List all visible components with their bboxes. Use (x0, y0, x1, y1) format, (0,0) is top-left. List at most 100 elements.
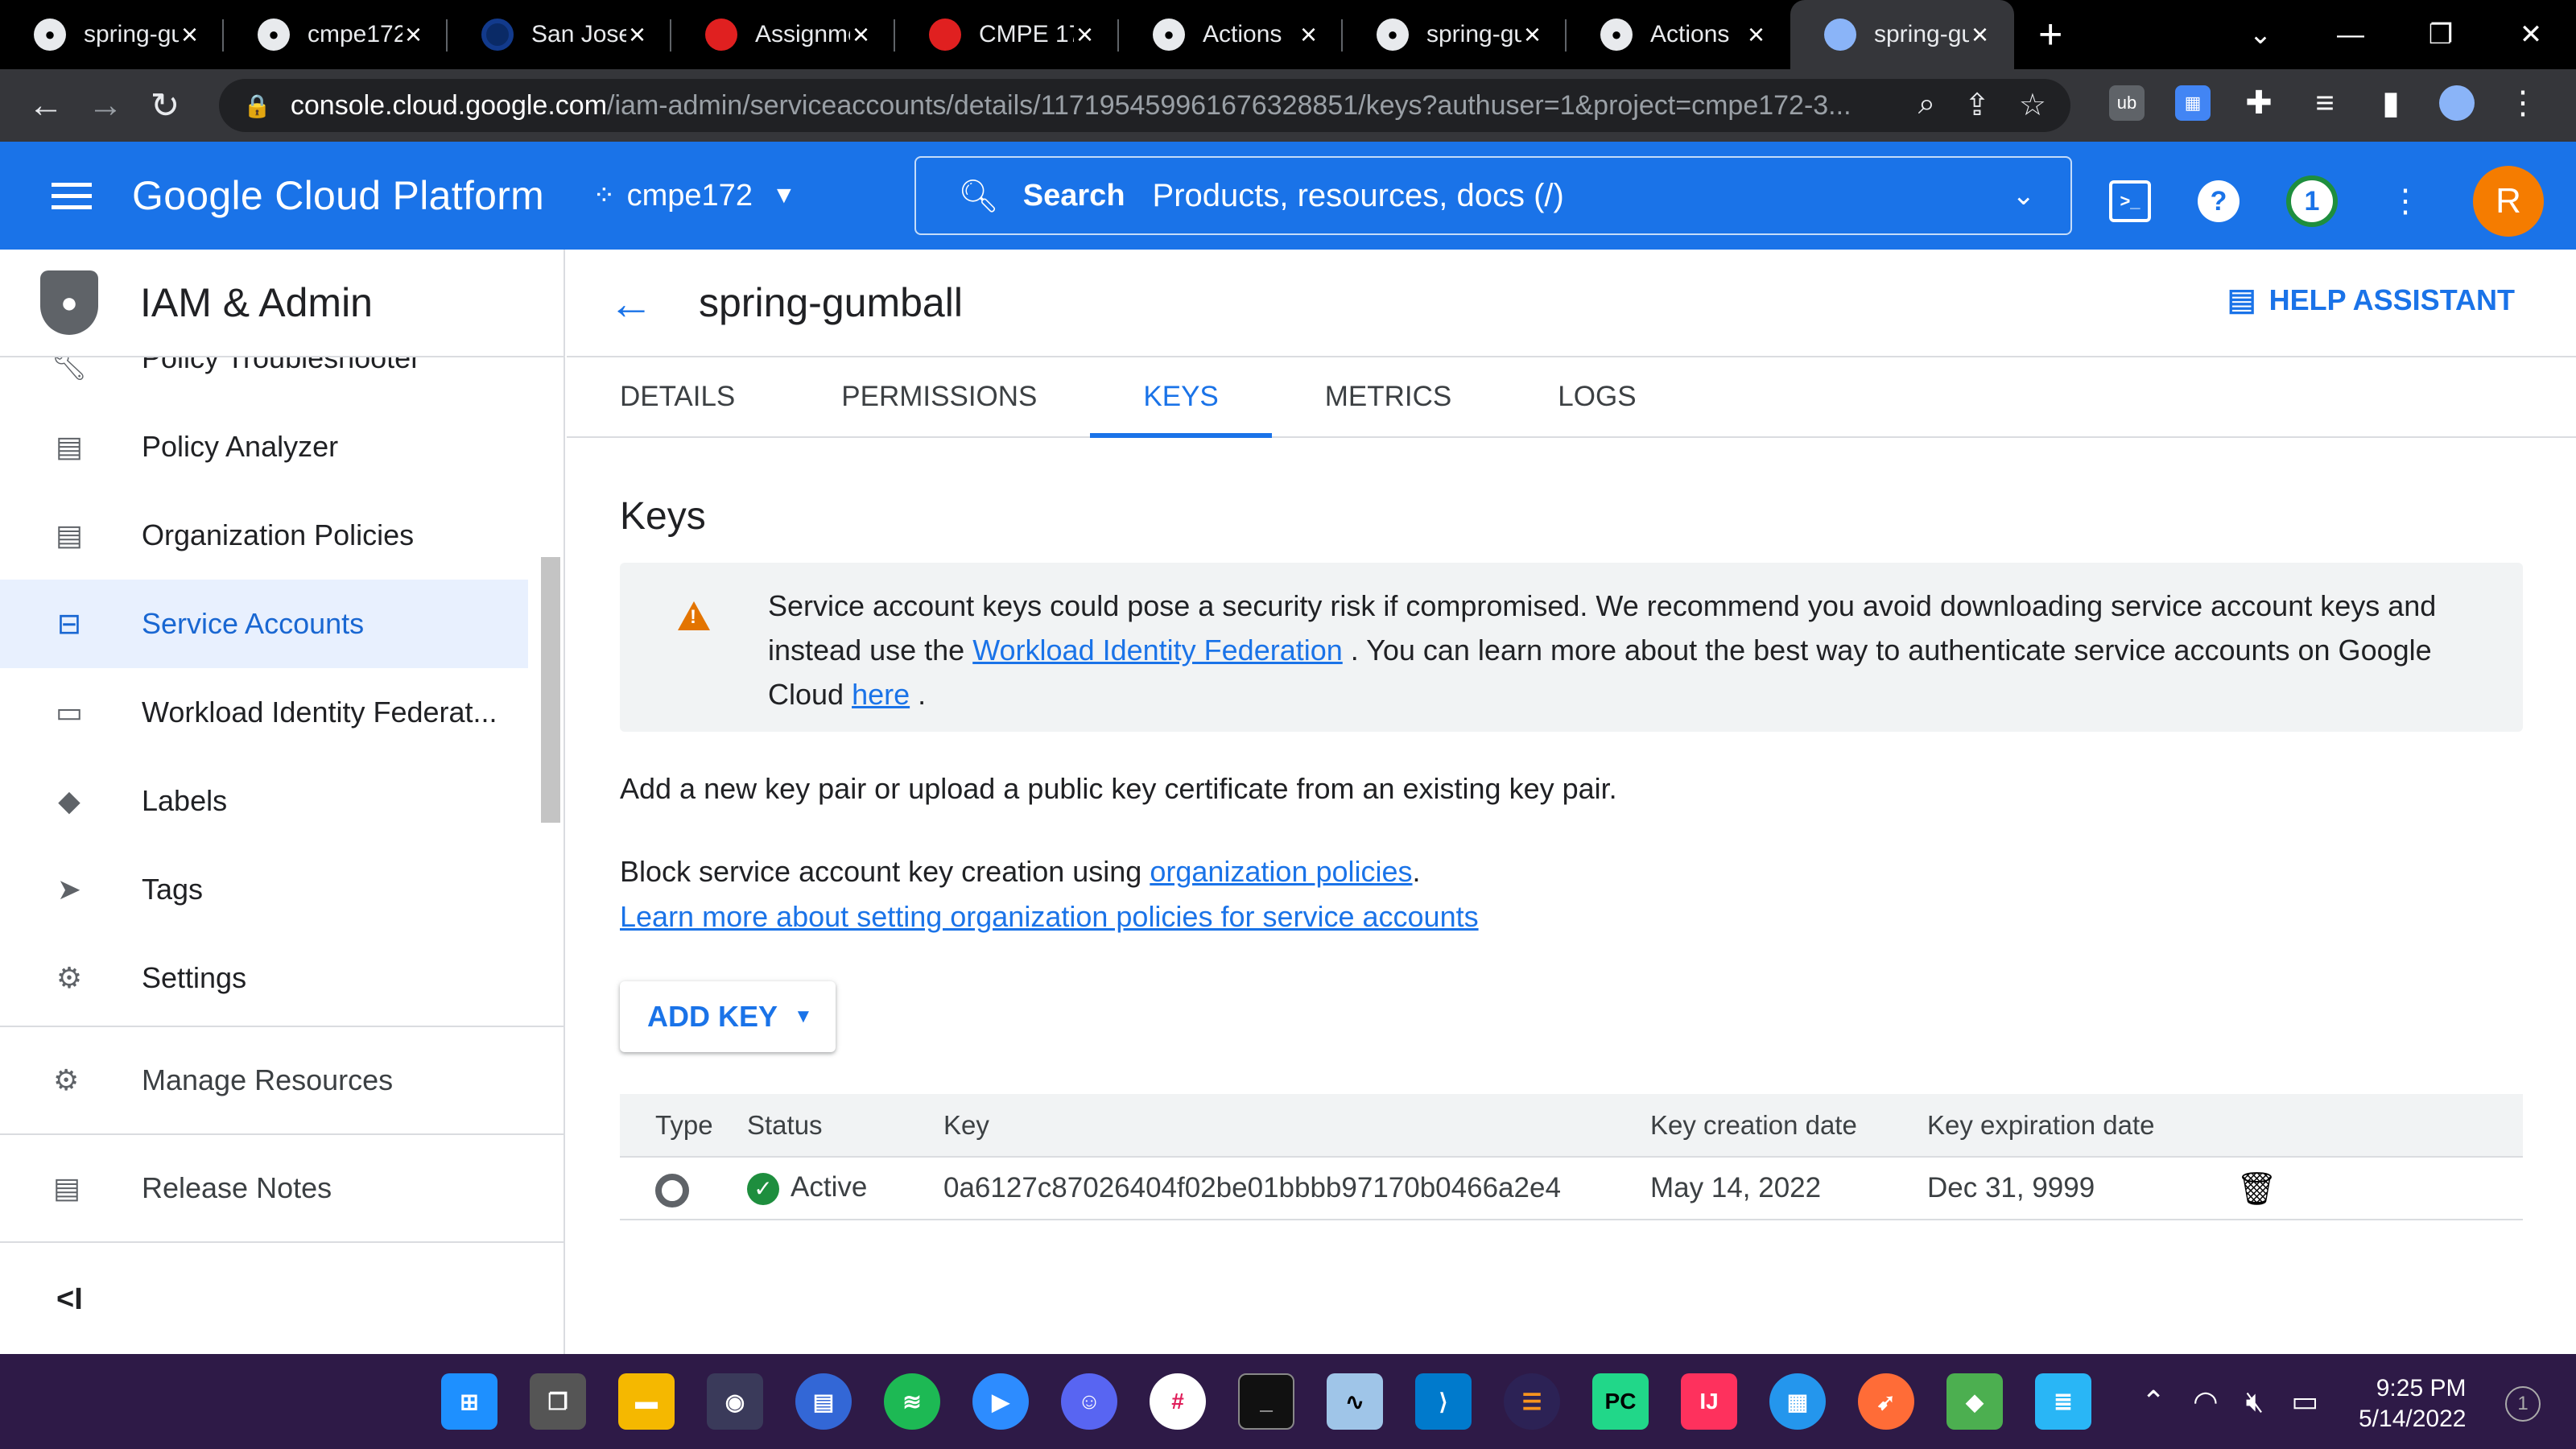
chevron-down-icon[interactable]: ⌄ (2013, 180, 2036, 212)
volume-muted-icon[interactable]: 🔇︎ (2246, 1385, 2264, 1419)
notification-center-badge[interactable]: 1 (2505, 1386, 2541, 1422)
reload-icon[interactable]: ↻ (135, 85, 195, 126)
monitor-icon[interactable]: ∿ (1327, 1373, 1383, 1430)
sidebar-item-organization-policies[interactable]: ▤ Organization Policies (0, 491, 528, 580)
battery-icon[interactable]: ▭ (2291, 1385, 2318, 1419)
tab-details[interactable]: DETAILS (567, 357, 788, 436)
close-icon[interactable]: × (629, 18, 646, 52)
close-icon[interactable]: × (1971, 18, 1988, 52)
sidebar-item-policy-troubleshooter[interactable]: 🔧︎ Policy Troubleshooter (0, 357, 528, 402)
tab-logs[interactable]: LOGS (1505, 357, 1689, 436)
eclipse-icon[interactable]: ☰ (1504, 1373, 1560, 1430)
close-icon[interactable]: × (181, 18, 198, 52)
close-icon[interactable]: × (1300, 18, 1317, 52)
intellij-icon[interactable]: IJ (1681, 1373, 1737, 1430)
close-icon[interactable]: × (1524, 18, 1541, 52)
bookmark-star-icon[interactable]: ☆ (2019, 87, 2046, 123)
window-close-icon[interactable]: ✕ (2486, 19, 2576, 51)
git-icon[interactable]: ◆ (1946, 1373, 2003, 1430)
delete-trash-icon[interactable]: 🗑︎ (2236, 1171, 2277, 1207)
help-icon[interactable]: ? (2198, 180, 2240, 222)
sidebar-item-policy-analyzer[interactable]: ▤ Policy Analyzer (0, 402, 528, 491)
side-panel-icon[interactable]: ▮ (2373, 85, 2409, 121)
puzzle-icon[interactable]: ✚ (2241, 85, 2277, 121)
close-icon[interactable]: × (1748, 18, 1765, 52)
zoom-icon[interactable]: ⌕ (1918, 87, 1935, 123)
ublock-icon[interactable]: ub (2109, 85, 2145, 121)
sidebar-item-settings[interactable]: ⚙ Settings (0, 934, 528, 1022)
sidebar-item-release-notes[interactable]: ▤ Release Notes (0, 1135, 564, 1241)
tab-keys[interactable]: KEYS (1090, 357, 1273, 438)
wifi-icon[interactable]: ◠ (2193, 1385, 2218, 1419)
workload-identity-link[interactable]: Workload Identity Federation (972, 634, 1343, 667)
windows-start-icon[interactable]: ⊞ (441, 1373, 497, 1430)
brand-logo[interactable]: Google Cloud Platform (132, 172, 544, 219)
share-icon[interactable]: ⇪ (1964, 87, 1990, 123)
sidebar-scrollbar[interactable] (541, 557, 560, 823)
column-header-status[interactable]: Status (747, 1094, 943, 1158)
organization-policies-link[interactable]: organization policies (1150, 855, 1412, 888)
project-selector[interactable]: ⁘ cmpe172 ▼ (592, 179, 796, 213)
taskbar-clock[interactable]: 9:25 PM 5/14/2022 (2359, 1373, 2466, 1435)
hamburger-menu-icon[interactable] (52, 175, 92, 217)
back-icon[interactable]: ← (16, 85, 76, 126)
browser-tab[interactable]: San Jose × (448, 0, 671, 69)
close-icon[interactable]: × (1076, 18, 1093, 52)
browser-tab[interactable]: ● spring-gumball× (1343, 0, 1567, 69)
browser-tab[interactable]: ● Actions × (1119, 0, 1343, 69)
cloud-shell-icon[interactable]: >_ (2109, 180, 2151, 222)
column-header-type[interactable]: Type (620, 1094, 747, 1158)
sidebar-item-manage-resources[interactable]: ⚙ Manage Resources (0, 1027, 564, 1133)
column-header-expiration[interactable]: Key expiration date (1927, 1094, 2236, 1158)
help-assistant-button[interactable]: ▤ HELP ASSISTANT (2227, 282, 2515, 318)
media-control-icon[interactable]: ≡ (2307, 85, 2343, 121)
tab-permissions[interactable]: PERMISSIONS (788, 357, 1090, 436)
learn-more-link[interactable]: Learn more about setting organization po… (620, 900, 1479, 933)
forward-icon[interactable]: → (76, 85, 135, 126)
minimize-icon[interactable]: — (2306, 19, 2396, 51)
pycharm-icon[interactable]: PC (1592, 1373, 1649, 1430)
more-options-icon[interactable]: ⋮ (2384, 180, 2426, 222)
postman-icon[interactable]: ➹ (1858, 1373, 1914, 1430)
profile-icon[interactable] (2439, 85, 2475, 121)
sidebar-item-service-accounts[interactable]: ⊟ Service Accounts (0, 580, 528, 668)
docker-icon[interactable]: ▦ (1769, 1373, 1826, 1430)
column-header-created[interactable]: Key creation date (1650, 1094, 1927, 1158)
collapse-sidebar-icon[interactable]: <I (56, 1282, 83, 1317)
tab-search-icon[interactable]: ⌄ (2215, 19, 2306, 51)
add-key-button[interactable]: ADD KEY ▼ (620, 981, 836, 1052)
zoom-app-icon[interactable]: ▶ (972, 1373, 1029, 1430)
new-tab-icon[interactable]: + (2038, 14, 2062, 56)
chrome-icon[interactable]: ◉ (707, 1373, 763, 1430)
browser-tab[interactable]: ● cmpe172 × (224, 0, 448, 69)
browser-tab[interactable]: Assignment× (671, 0, 895, 69)
extension-icon[interactable]: ▦ (2175, 85, 2211, 121)
file-explorer-icon[interactable]: ▬ (618, 1373, 675, 1430)
close-icon[interactable]: × (852, 18, 869, 52)
url-field[interactable]: 🔒 console.cloud.google.com/iam-admin/ser… (219, 79, 2070, 132)
here-link[interactable]: here (852, 678, 910, 711)
slack-icon[interactable]: # (1150, 1373, 1206, 1430)
browser-tab[interactable]: CMPE 172× (895, 0, 1119, 69)
chevron-up-icon[interactable]: ⌃ (2141, 1385, 2165, 1419)
kebab-menu-icon[interactable]: ⋮ (2505, 85, 2541, 121)
sidebar-item-tags[interactable]: ➤ Tags (0, 845, 528, 934)
messages-icon[interactable]: ▤ (795, 1373, 852, 1430)
terminal-icon[interactable]: _ (1238, 1373, 1294, 1430)
avatar[interactable]: R (2473, 166, 2544, 237)
browser-tab-active[interactable]: spring-gumball× (1790, 0, 2014, 69)
vscode-icon[interactable]: ⟩ (1415, 1373, 1472, 1430)
browser-tab[interactable]: ● Actions × (1567, 0, 1790, 69)
restore-icon[interactable]: ❐ (2396, 19, 2486, 51)
browser-tab[interactable]: ● spring-gumball× (0, 0, 224, 69)
tab-metrics[interactable]: METRICS (1272, 357, 1505, 436)
search-input[interactable]: 🔍︎ Search Products, resources, docs (/) … (914, 156, 2072, 235)
notifications-badge[interactable]: 1 (2286, 175, 2338, 227)
sidebar-item-workload-identity[interactable]: ▭ Workload Identity Federat... (0, 668, 528, 757)
task-view-icon[interactable]: ❐ (530, 1373, 586, 1430)
notepad-icon[interactable]: ≣ (2035, 1373, 2091, 1430)
back-arrow-icon[interactable]: ← (609, 277, 654, 329)
column-header-key[interactable]: Key (943, 1094, 1650, 1158)
spotify-icon[interactable]: ≋ (884, 1373, 940, 1430)
discord-icon[interactable]: ☺ (1061, 1373, 1117, 1430)
